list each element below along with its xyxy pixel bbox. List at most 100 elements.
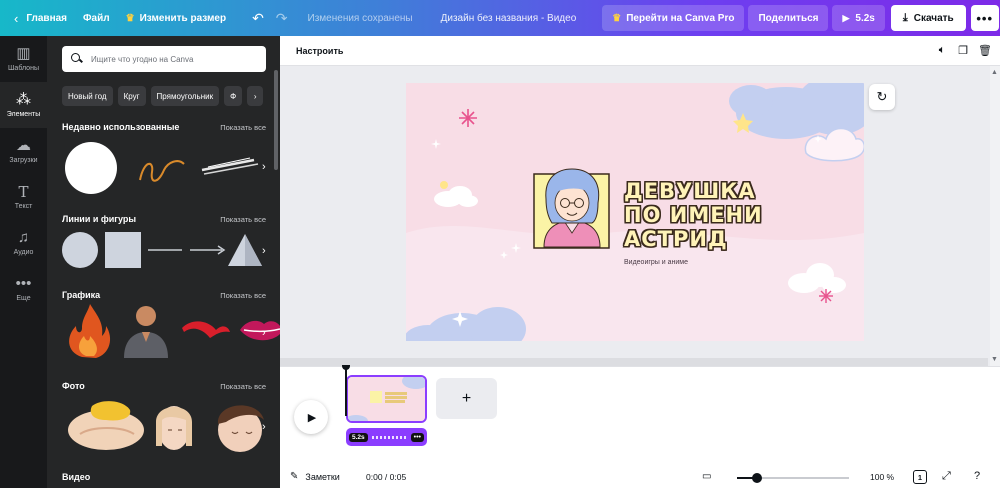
clip-duration: 5.2s: [349, 432, 368, 442]
white-circle-element[interactable]: [65, 142, 117, 194]
timeline-playhead[interactable]: [342, 365, 350, 416]
rail-label: Аудио: [13, 249, 34, 256]
person-graphic[interactable]: [124, 306, 168, 358]
section-title: Видео: [62, 472, 91, 482]
show-all-link[interactable]: Показать все: [220, 215, 266, 224]
crown-icon: ♛: [125, 12, 135, 24]
help-icon[interactable]: ?: [974, 470, 980, 482]
preview-play-button[interactable]: ▶ 5.2s: [832, 5, 885, 31]
speaker-icon[interactable]: 🔈︎: [936, 44, 948, 57]
chip[interactable]: Новый год: [62, 86, 113, 106]
refresh-button[interactable]: ↻: [869, 84, 895, 110]
file-menu-button[interactable]: Файл: [75, 0, 118, 36]
rail-item-more[interactable]: ••• Еще: [0, 266, 47, 312]
flame-graphic[interactable]: [69, 304, 111, 358]
clip-trim-bar[interactable]: 5.2s •••: [346, 428, 427, 446]
chevron-right-icon[interactable]: ›: [262, 245, 266, 257]
timeline-clip-thumbnail[interactable]: [346, 375, 427, 423]
search-box[interactable]: [62, 46, 266, 72]
photo-thumbnail[interactable]: [217, 405, 264, 452]
top-bar: ‹ Главная Файл ♛ Изменить размер ↶ ↷ Изм…: [0, 0, 1000, 36]
notes-label: Заметки: [305, 471, 340, 482]
scroll-down-icon[interactable]: ▼: [991, 356, 998, 363]
chip[interactable]: Прямоугольник: [150, 86, 220, 106]
section-title: Линии и фигуры: [62, 214, 137, 224]
crown-icon: ♛: [612, 12, 622, 24]
scroll-up-icon[interactable]: ▲: [991, 69, 998, 76]
lips-graphic[interactable]: [240, 320, 280, 341]
recent-items-graphics: ›: [65, 142, 266, 194]
chevron-right-icon[interactable]: ›: [262, 327, 266, 339]
redo-button[interactable]: ↷: [270, 0, 294, 36]
rail-item-templates[interactable]: ▥ Шаблоны: [0, 36, 47, 82]
notes-button[interactable]: ✎ Заметки: [290, 471, 340, 482]
duplicate-icon[interactable]: ❐: [957, 44, 969, 57]
canvas-vertical-scrollbar[interactable]: ▲ ▼: [990, 66, 1000, 366]
trash-icon[interactable]: 🗑︎: [978, 44, 992, 57]
design-subtitle[interactable]: Видеоигры и аниме: [624, 259, 688, 266]
display-settings-icon[interactable]: ▭: [702, 471, 711, 482]
undo-button[interactable]: ↶: [246, 0, 270, 36]
share-button[interactable]: Поделиться: [748, 5, 829, 31]
clip-more-button[interactable]: •••: [410, 432, 424, 442]
shapes-graphics: ›: [62, 232, 266, 268]
playback-time: 0:00 / 0:05: [366, 472, 407, 482]
plus-icon: +: [461, 389, 472, 407]
section-lines-shapes: Линии и фигуры Показать все: [62, 214, 266, 224]
design-title[interactable]: Дизайн без названия - Видео: [421, 0, 585, 36]
squiggle-line-element[interactable]: [139, 160, 185, 182]
photo-thumbnail[interactable]: [156, 406, 192, 450]
rail-label: Элементы: [6, 111, 41, 118]
show-all-link[interactable]: Показать все: [220, 123, 266, 132]
chips-next-button[interactable]: ›: [247, 86, 264, 106]
share-label: Поделиться: [758, 12, 819, 24]
panel-scrollbar[interactable]: [274, 70, 278, 170]
resize-button[interactable]: ♛ Изменить размер: [118, 0, 234, 36]
timeline-play-button[interactable]: ▶: [294, 400, 328, 434]
chevron-right-icon[interactable]: ›: [262, 421, 266, 433]
fullscreen-icon[interactable]: ⤢: [942, 470, 951, 483]
download-button[interactable]: ⤓ Скачать: [890, 5, 966, 31]
zoom-slider[interactable]: [737, 473, 849, 483]
chip[interactable]: Круг: [117, 86, 146, 106]
show-all-link[interactable]: Показать все: [220, 382, 266, 391]
rail-label: Еще: [16, 295, 31, 302]
cone-shape-element[interactable]: [228, 234, 262, 266]
square-shape-element[interactable]: [105, 232, 141, 268]
brush-stroke-element[interactable]: [201, 157, 259, 175]
chevron-left-icon: ‹: [14, 10, 19, 26]
zoom-level[interactable]: 100 %: [870, 472, 894, 482]
chevron-right-icon: ›: [253, 91, 257, 101]
home-button[interactable]: ‹ Главная: [0, 0, 75, 36]
rail-item-uploads[interactable]: ☁ Загрузки: [0, 128, 47, 174]
rail-item-text[interactable]: T Текст: [0, 174, 47, 220]
page-count-button[interactable]: 1: [913, 470, 927, 484]
search-input[interactable]: [91, 54, 261, 64]
section-title: Фото: [62, 381, 85, 391]
upgrade-pro-button[interactable]: ♛ Перейти на Canva Pro: [602, 5, 745, 31]
search-icon: [71, 53, 83, 65]
adjust-button[interactable]: Настроить: [296, 46, 343, 56]
recent-items: ›: [62, 140, 280, 196]
download-label: Скачать: [913, 12, 954, 24]
design-title-line[interactable]: ПО ИМЕНИ: [624, 203, 763, 227]
saved-status: Изменения сохранены: [307, 12, 413, 24]
character-portrait[interactable]: [533, 168, 610, 249]
section-photos: Фото Показать все: [62, 381, 266, 391]
design-title-line[interactable]: ДЕВУШКА: [624, 179, 756, 203]
arrow-line-element[interactable]: [190, 245, 226, 255]
rail-item-audio[interactable]: ♫ Аудио: [0, 220, 47, 266]
more-options-button[interactable]: •••: [970, 5, 999, 31]
design-title-line[interactable]: АСТРИД: [624, 227, 728, 251]
red-brush-graphic[interactable]: [182, 321, 230, 338]
chevron-right-icon[interactable]: ›: [262, 161, 266, 173]
refresh-icon: ↻: [876, 89, 888, 104]
add-page-button[interactable]: +: [436, 378, 497, 419]
chip[interactable]: Ф: [224, 86, 243, 106]
photo-thumbnail[interactable]: [68, 401, 144, 450]
editor-toolbar: Настроить 🔈︎ ❐ 🗑︎: [280, 36, 1000, 66]
canvas-horizontal-scrollbar[interactable]: [280, 358, 988, 366]
show-all-link[interactable]: Показать все: [220, 291, 266, 300]
circle-shape-element[interactable]: [62, 232, 98, 268]
rail-item-elements[interactable]: ⁂ Элементы: [0, 82, 47, 128]
